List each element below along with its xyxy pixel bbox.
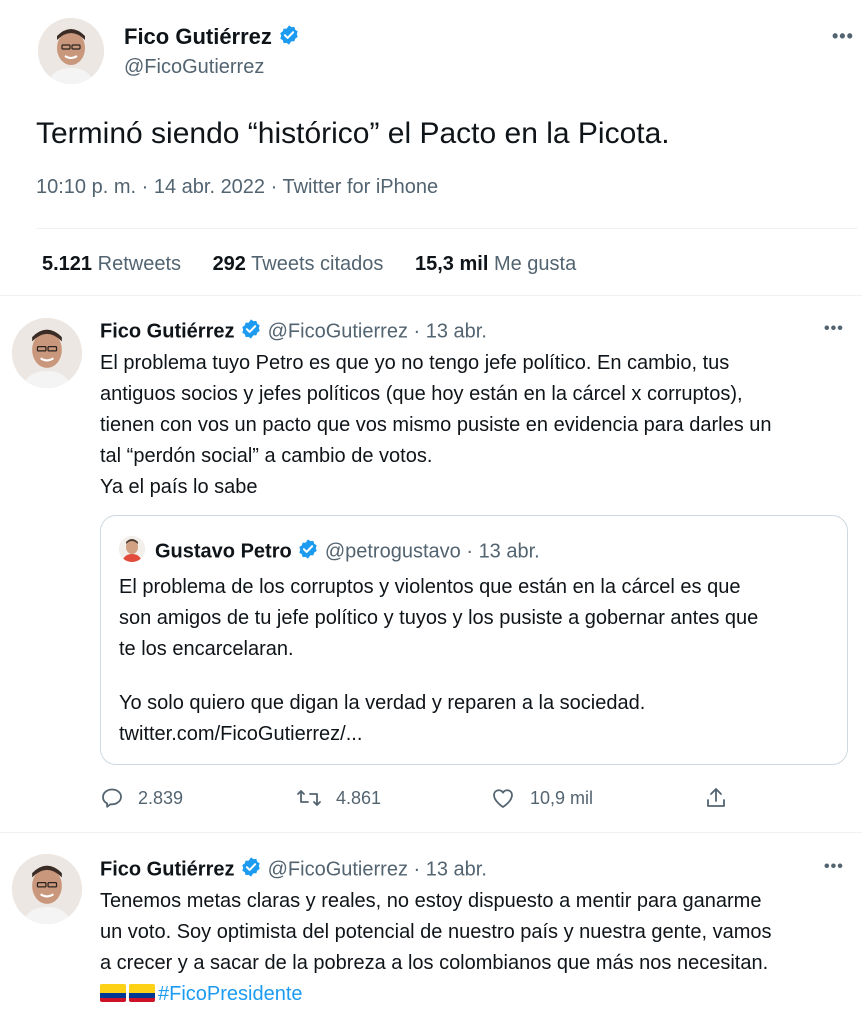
quote-text-line: son amigos de tu jefe político y tuyos y… [119,607,759,629]
main-tweet: Fico Gutiérrez @FicoGutierrez ••• Termin… [0,0,862,296]
share-action[interactable] [704,786,728,810]
hashtag-line: #FicoPresidente [100,979,848,1010]
quote-text: El problema de los corruptos y violentos… [119,572,835,665]
tweet-text-line: a crecer y a sacar de la pobreza a los c… [100,952,769,974]
author-name[interactable]: Fico Gutiérrez [124,24,272,49]
tweet-text: El problema tuyo Petro es que yo no teng… [100,348,848,503]
tweet-text-line: El problema tuyo Petro es que yo no teng… [100,352,730,374]
avatar[interactable] [12,318,82,388]
tweet-date[interactable]: 14 abr. 2022 [154,176,265,198]
likes-count: 15,3 mil [415,253,489,275]
colombia-flag-icon [100,984,126,1002]
likes-label: Me gusta [493,253,577,275]
quotes-stat[interactable]: 292 Tweets citados [213,253,410,275]
reply-tweet[interactable]: Fico Gutiérrez @FicoGutierrez · 13 abr. … [0,296,862,831]
colombia-flag-icon [129,984,155,1002]
divider [0,832,862,833]
verified-badge-icon [297,538,319,566]
verified-badge-icon [240,318,262,346]
share-icon [704,786,728,810]
avatar[interactable] [119,536,145,562]
author-handle[interactable]: @FicoGutierrez [268,858,408,880]
retweets-stat[interactable]: 5.121 Retweets [42,253,207,275]
retweet-action[interactable]: 4.861 [296,786,381,810]
quote-link[interactable]: twitter.com/FicoGutierrez/... [119,719,835,750]
more-options-icon[interactable]: ••• [824,320,844,338]
quote-text: Yo solo quiero que digan la verdad y rep… [119,688,835,750]
retweet-count: 4.861 [336,787,382,808]
quotes-label: Tweets citados [251,253,384,275]
reply-header: Fico Gutiérrez @FicoGutierrez · 13 abr. [100,318,487,346]
avatar[interactable] [38,18,104,84]
verified-badge-icon [240,856,262,884]
tweet-time[interactable]: 10:10 p. m. [36,176,136,198]
tweet-source[interactable]: Twitter for iPhone [282,176,438,198]
more-options-icon[interactable]: ••• [824,858,844,876]
tweet-text-line: tienen con vos un pacto que vos mismo pu… [100,414,772,436]
quote-header: Gustavo Petro @petrogustavo · 13 abr. [155,538,540,566]
quoted-tweet[interactable]: Gustavo Petro @petrogustavo · 13 abr. El… [100,515,848,765]
reply-icon [100,786,124,810]
divider [36,228,858,229]
reply-tweet[interactable]: Fico Gutiérrez @FicoGutierrez · 13 abr. … [0,836,862,1024]
tweet-text: Tenemos metas claras y reales, no estoy … [100,886,848,1010]
tweet-text-line: Tenemos metas claras y reales, no estoy … [100,890,762,912]
quote-author-name[interactable]: Gustavo Petro [155,540,292,562]
author-name-row[interactable]: Fico Gutiérrez [124,24,300,52]
heart-icon [490,786,516,810]
quote-text-line: Yo solo quiero que digan la verdad y rep… [119,692,646,714]
quote-author-handle[interactable]: @petrogustavo [325,540,461,562]
author-handle[interactable]: @FicoGutierrez [268,320,408,342]
verified-badge-icon [278,24,300,52]
tweet-date[interactable]: 13 abr. [426,858,487,880]
retweets-label: Retweets [97,253,181,275]
quote-text-line: El problema de los corruptos y violentos… [119,576,741,598]
tweet-text: Terminó siendo “histórico” el Pacto en l… [36,117,670,150]
like-count: 10,9 mil [530,787,594,808]
quote-date[interactable]: 13 abr. [479,540,540,562]
meta-separator: · [413,320,421,343]
likes-stat[interactable]: 15,3 mil Me gusta [415,253,602,275]
meta-separator: · [136,176,154,198]
tweet-meta: 10:10 p. m. · 14 abr. 2022 · Twitter for… [36,176,438,199]
tweet-text-line: antiguos socios y jefes políticos (que h… [100,383,743,405]
tweet-text-line: un voto. Soy optimista del potencial de … [100,921,772,943]
meta-separator: · [265,176,283,198]
avatar[interactable] [12,854,82,924]
quote-text-line: te los encarcelaran. [119,638,294,660]
author-name[interactable]: Fico Gutiérrez [100,858,234,880]
tweet-text-line: Ya el país lo sabe [100,476,258,498]
retweet-icon [296,786,322,810]
author-handle[interactable]: @FicoGutierrez [124,56,264,79]
retweets-count: 5.121 [42,253,93,275]
author-name[interactable]: Fico Gutiérrez [100,320,234,342]
meta-separator: · [413,858,421,881]
tweet-actions: 2.839 4.861 10,9 mil [100,786,848,816]
more-options-icon[interactable]: ••• [832,26,854,47]
reply-header: Fico Gutiérrez @FicoGutierrez · 13 abr. [100,856,487,884]
reply-count: 2.839 [138,787,184,808]
quotes-count: 292 [212,253,246,275]
reply-action[interactable]: 2.839 [100,786,183,810]
hashtag-link[interactable]: #FicoPresidente [158,983,303,1005]
tweet-date[interactable]: 13 abr. [426,320,487,342]
like-action[interactable]: 10,9 mil [490,786,593,810]
tweet-text-line: tal “perdón social” a cambio de votos. [100,445,433,467]
tweet-stats: 5.121 Retweets 292 Tweets citados 15,3 m… [42,253,602,276]
meta-separator: · [466,540,473,563]
